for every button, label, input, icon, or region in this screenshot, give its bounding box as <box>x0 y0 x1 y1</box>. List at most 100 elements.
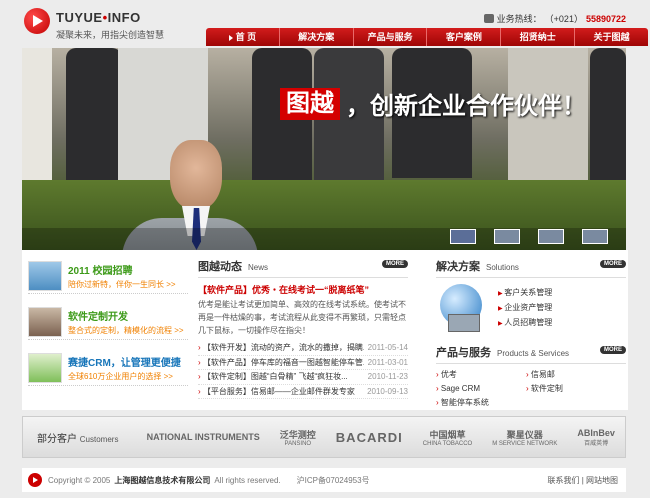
news-headline-body: 优考是能让考试更加简单、高效的在线考试系统。使考试不再是一件枯燥的事，考试流程从… <box>198 300 406 335</box>
solutions-products-column: 解决方案 Solutions MORE 客户关系管理 企业资产管理 人员招聘管理… <box>436 258 626 410</box>
partner-logo-china-tobacco[interactable]: 中国烟草 CHINA TOBACCO <box>423 428 472 447</box>
solutions-title-en: Solutions <box>486 263 519 272</box>
products-title: 产品与服务 <box>436 347 491 359</box>
banner-brand: 图越 <box>280 87 340 120</box>
phone-icon <box>483 14 494 23</box>
logo-icon[interactable] <box>24 8 50 34</box>
partner-logo-ni[interactable]: NATIONAL INSTRUMENTS <box>147 432 260 442</box>
news-item-date: 2011-05-14 <box>367 343 408 352</box>
promo-custom-dev[interactable]: 软件定制开发 整合式的定制，精模化的流程 >> <box>28 304 188 340</box>
promo-image <box>28 352 62 383</box>
partner-logo-bacardi[interactable]: BACARDI <box>336 430 403 445</box>
partner-logo-text: 聚星仪器 <box>506 429 543 440</box>
news-section: 图越动态 News MORE 【软件产品】优秀・在线考试一“脱离纸笔” 优考是能… <box>198 258 408 399</box>
nav-home[interactable]: 首 页 <box>206 28 280 46</box>
background-person <box>508 48 588 198</box>
nav-about[interactable]: 关于图越 <box>575 28 648 46</box>
news-item-date: 2010-11-23 <box>367 372 408 381</box>
header: TUYUE•INFO 凝聚未来，用指尖创造智慧 业务热线： （+021） 5589… <box>22 6 648 48</box>
solutions-header: 解决方案 Solutions MORE <box>436 258 626 278</box>
arrow-icon <box>228 34 233 41</box>
news-item[interactable]: 【软件产品】停车库的福音一图越智能停车管...2011-03-01 <box>198 356 408 370</box>
footer-links[interactable]: 联系我们 | 网站地图 <box>547 475 618 486</box>
background-person <box>590 48 626 198</box>
footer: Copyright © 2005 上海图越信息技术有限公司 All rights… <box>22 468 626 492</box>
solution-item[interactable]: 客户关系管理 <box>498 286 552 301</box>
nav-careers[interactable]: 招贤纳士 <box>501 28 576 46</box>
news-item[interactable]: 【平台服务】信易邮——企业邮件群发专家2010-09-13 <box>198 385 408 399</box>
partner-logo-text: ABInBev <box>577 427 615 438</box>
products-header: 产品与服务 Products & Services MORE <box>436 344 626 364</box>
solutions-more-button[interactable]: MORE <box>600 260 626 268</box>
banner-thumbnail[interactable] <box>582 229 608 244</box>
globe-computer-icon <box>440 284 482 332</box>
banner-thumbnails <box>450 229 608 244</box>
banner-thumbnail[interactable] <box>494 229 520 244</box>
content-area: 2011 校园招聘 陪你过新特，伴你一生同长 >> 软件定制开发 整合式的定制，… <box>22 250 628 410</box>
footer-icp[interactable]: 沪ICP备07024953号 <box>297 475 370 486</box>
foreground-person-head <box>170 140 222 210</box>
news-more-button[interactable]: MORE <box>382 260 408 268</box>
partner-logo-sub: CHINA TOBACCO <box>422 440 473 447</box>
nav-products[interactable]: 产品与服务 <box>354 28 428 46</box>
news-title: 图越动态 <box>198 261 242 273</box>
product-item[interactable]: 软件定制 <box>526 382 616 396</box>
main-nav: 首 页 解决方案 产品与服务 客户案例 招贤纳士 关于图越 <box>206 28 648 46</box>
footer-logo-icon <box>28 473 42 487</box>
partners-bar: 部分客户 Customers NATIONAL INSTRUMENTS 泛华测控… <box>22 416 626 458</box>
partner-logo-text: NATIONAL INSTRUMENTS <box>146 432 260 442</box>
product-item[interactable]: Sage CRM <box>436 382 526 396</box>
partner-logos: NATIONAL INSTRUMENTS 泛华测控 PANSINO BACARDI… <box>137 428 625 447</box>
news-item-title: 【软件定制】图越“白骨精” 飞越“疯狂妆... <box>198 370 364 384</box>
promo-column: 2011 校园招聘 陪你过新特，伴你一生同长 >> 软件定制开发 整合式的定制，… <box>28 258 188 396</box>
banner-title: 图越 ，创新企业合作伙伴！ <box>280 86 586 121</box>
hotline: 业务热线： （+021） 55890722 <box>483 12 626 25</box>
news-item-title: 【软件开发】流动的资产，流水的撒掉，揭瞒... <box>198 341 364 355</box>
partner-logo-juxing[interactable]: 聚星仪器 M SERVICE NETWORK <box>492 428 557 447</box>
product-item[interactable]: 优考 <box>436 368 526 382</box>
hero-banner[interactable]: 图越 ，创新企业合作伙伴！ <box>22 48 626 250</box>
promo-title: 赛捷CRM，让管理更便捷 <box>68 357 181 369</box>
partners-label: 部分客户 Customers <box>37 430 137 445</box>
products-list: 优考 信易邮 Sage CRM 软件定制 智能停车系统 <box>436 368 626 410</box>
solution-item[interactable]: 企业资产管理 <box>498 301 552 316</box>
partner-logo-pansino[interactable]: 泛华测控 PANSINO <box>280 428 316 447</box>
hotline-area: （+021） <box>544 14 583 24</box>
news-item-date: 2010-09-13 <box>367 386 408 396</box>
background-person <box>314 48 384 198</box>
promo-title: 软件定制开发 <box>68 311 128 323</box>
promo-subtitle: 陪你过新特，伴你一生同长 >> <box>68 279 176 289</box>
slogan: 凝聚未来，用指尖创造智慧 <box>56 30 165 40</box>
promo-sage-crm[interactable]: 赛捷CRM，让管理更便捷 全球610万企业用户的选择 >> <box>28 350 188 386</box>
promo-image <box>28 260 62 291</box>
solution-item[interactable]: 人员招聘管理 <box>498 316 552 331</box>
partner-logo-text: 泛华测控 <box>279 429 316 440</box>
promo-title: 2011 校园招聘 <box>68 265 133 277</box>
nav-solutions[interactable]: 解决方案 <box>280 28 354 46</box>
banner-thumbnail[interactable] <box>538 229 564 244</box>
news-item[interactable]: 【软件开发】流动的资产，流水的撒掉，揭瞒...2011-05-14 <box>198 341 408 356</box>
partners-label-en: Customers <box>79 434 119 444</box>
news-item[interactable]: 【软件定制】图越“白骨精” 飞越“疯狂妆...2010-11-23 <box>198 370 408 385</box>
banner-thumbnail[interactable] <box>450 229 476 244</box>
partner-logo-abinbev[interactable]: ABInBev 百威英博 <box>577 428 615 447</box>
footer-copyright: Copyright © 2005 <box>48 475 111 485</box>
partner-logo-sub: M SERVICE NETWORK <box>492 440 558 447</box>
news-headline[interactable]: 【软件产品】优秀・在线考试一“脱离纸笔” <box>198 283 408 296</box>
product-item[interactable]: 信易邮 <box>526 368 616 382</box>
promo-campus-recruit[interactable]: 2011 校园招聘 陪你过新特，伴你一生同长 >> <box>28 258 188 294</box>
brand-name[interactable]: TUYUE•INFO <box>56 10 141 25</box>
product-item[interactable]: 智能停车系统 <box>436 396 526 410</box>
products-more-button[interactable]: MORE <box>600 346 626 354</box>
banner-tagline: ，创新企业合作伙伴！ <box>346 93 586 120</box>
partner-logo-text: 中国烟草 <box>429 429 466 440</box>
brand-left: TUYUE <box>56 10 103 25</box>
footer-company: 上海图越信息技术有限公司 <box>114 475 211 485</box>
solutions-list: 客户关系管理 企业资产管理 人员招聘管理 <box>498 286 552 340</box>
nav-cases[interactable]: 客户案例 <box>427 28 502 46</box>
partner-logo-sub: 百威英博 <box>584 440 609 447</box>
partner-logo-text: BACARDI <box>335 429 403 445</box>
news-header: 图越动态 News MORE <box>198 258 408 278</box>
footer-rights: All rights reserved. <box>214 475 281 485</box>
solutions-title: 解决方案 <box>436 261 480 273</box>
